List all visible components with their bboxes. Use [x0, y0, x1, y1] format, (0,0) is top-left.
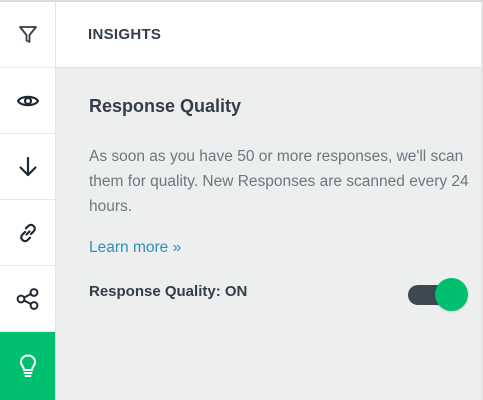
sidebar-item-insights[interactable] [0, 332, 55, 400]
lightbulb-icon [17, 353, 39, 379]
arrow-down-icon [16, 155, 40, 179]
sidebar-item-filter[interactable] [0, 2, 55, 68]
response-quality-panel: Response Quality As soon as you have 50 … [56, 68, 483, 400]
response-quality-status-label: Response Quality: ON [89, 283, 248, 300]
response-quality-toggle[interactable] [408, 278, 470, 311]
sidebar-item-download[interactable] [0, 134, 55, 200]
page-title: INSIGHTS [88, 26, 162, 43]
section-title: Response Quality [89, 96, 242, 116]
link-icon [16, 221, 40, 245]
filter-icon [17, 24, 39, 46]
sidebar-item-share[interactable] [0, 266, 55, 332]
sidebar-item-link[interactable] [0, 200, 55, 266]
panel-header: INSIGHTS [56, 2, 483, 68]
sidebar [0, 2, 56, 400]
eye-icon [16, 89, 40, 113]
insights-app: INSIGHTS Response Quality As soon as you… [0, 0, 483, 400]
learn-more-link[interactable]: Learn more » [89, 239, 181, 257]
section-description: As soon as you have 50 or more responses… [89, 148, 469, 215]
share-icon [15, 287, 41, 311]
sidebar-item-view[interactable] [0, 68, 55, 134]
toggle-knob [435, 278, 468, 311]
